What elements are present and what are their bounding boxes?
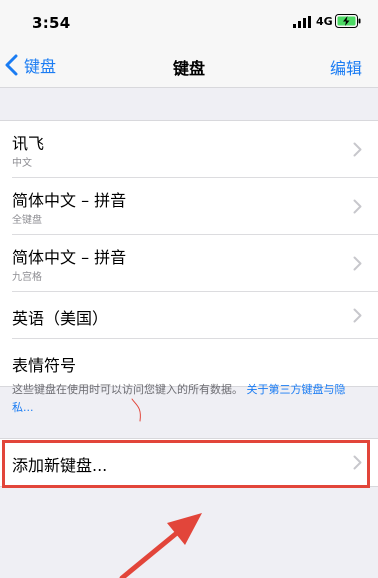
chevron-right-icon [353,455,362,470]
battery-charging-icon [335,14,361,28]
annotation-arrow-icon [119,513,202,578]
keyboards-list: 讯飞 中文 简体中文 – 拼音 全键盘 简体中文 – 拼音 九宫格 英语（美国） [0,120,378,387]
status-bar: 3:54 4G [0,0,378,42]
status-time: 3:54 [32,14,71,32]
keyboard-item-xunfei[interactable]: 讯飞 中文 [0,121,378,178]
keyboard-item-english-us[interactable]: 英语（美国） [0,292,378,339]
keyboard-title: 讯飞 [12,134,45,153]
chevron-right-icon [353,199,362,214]
keyboard-title: 表情符号 [12,356,77,375]
add-keyboard-group: 添加新键盘... [0,438,378,487]
keyboard-subtitle: 中文 [12,158,32,169]
keyboard-subtitle: 全键盘 [12,215,42,226]
keyboard-title: 简体中文 – 拼音 [12,191,127,210]
keyboard-title: 简体中文 – 拼音 [12,248,127,267]
network-type: 4G [316,15,333,28]
keyboard-title: 英语（美国） [12,309,109,328]
privacy-footer-text: 这些键盘在使用时可以访问您键入的所有数据。 [12,383,243,396]
edit-button[interactable]: 编辑 [330,55,362,79]
chevron-right-icon [353,308,362,323]
privacy-footer-note: 这些键盘在使用时可以访问您键入的所有数据。 关于第三方键盘与隐私... [12,381,362,417]
chevron-right-icon [353,142,362,157]
keyboard-item-pinyin-9key[interactable]: 简体中文 – 拼音 九宫格 [0,235,378,292]
signal-strength-icon [293,16,311,28]
add-keyboard-label: 添加新键盘... [12,456,108,475]
keyboard-subtitle: 九宫格 [12,272,42,283]
add-new-keyboard-button[interactable]: 添加新键盘... [0,439,378,486]
page-title: 键盘 [172,59,205,78]
navigation-bar: 键盘 键盘 编辑 [0,42,378,88]
chevron-right-icon [353,256,362,271]
keyboard-settings-screen: 3:54 4G 键盘 键盘 编辑 讯飞 中文 简体中文 – 拼音 全键盘 简体中… [0,0,378,578]
keyboard-item-pinyin-full[interactable]: 简体中文 – 拼音 全键盘 [0,178,378,235]
keyboard-item-emoji[interactable]: 表情符号 [0,339,378,386]
